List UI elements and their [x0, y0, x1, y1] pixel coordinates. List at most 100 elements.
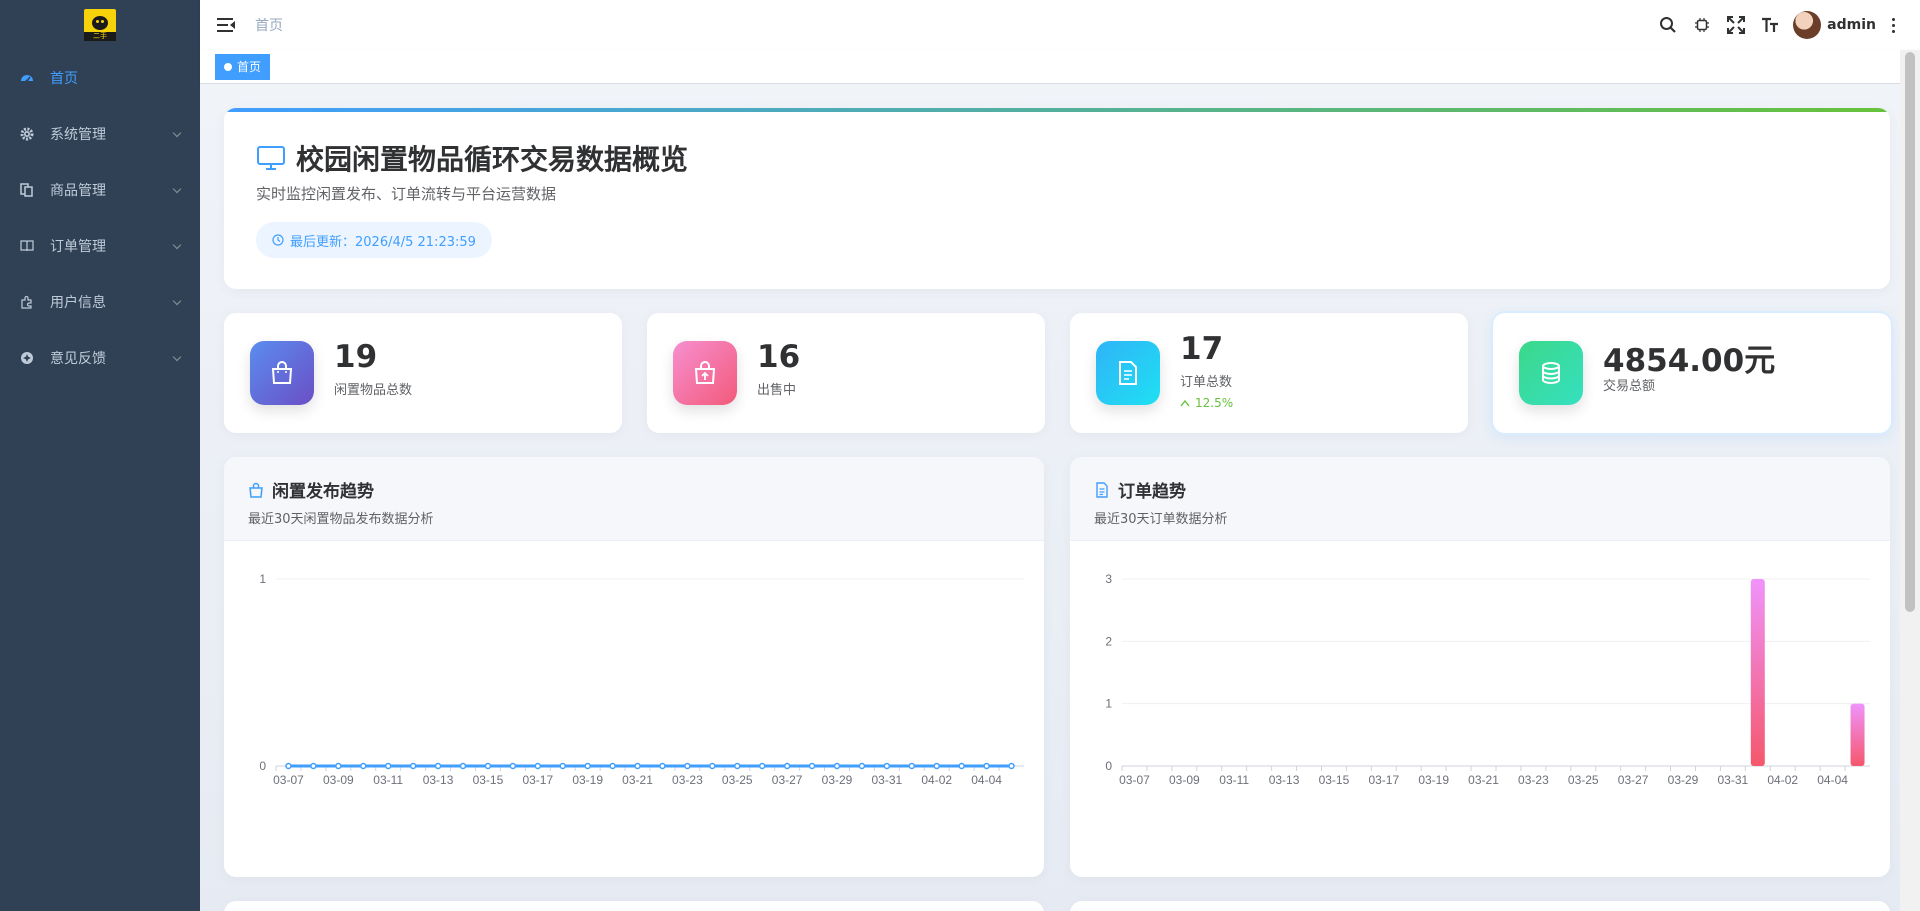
x-tick-label: 03-15: [1319, 773, 1350, 787]
data-point: [484, 762, 492, 770]
puzzle-icon: [20, 295, 34, 309]
avatar[interactable]: [1793, 11, 1822, 39]
order-trend-chart: 0 1 2 3 03-07 03-09 03-11 03-13 03-15 03-17 03-19 0…: [1105, 572, 1870, 787]
navbar: 首页 admin: [200, 0, 1920, 50]
data-point: [434, 762, 442, 770]
stat-value: 4854.00元: [1603, 343, 1776, 379]
trend-up-icon: [1180, 399, 1190, 407]
book-icon: [20, 239, 34, 253]
logo[interactable]: 二手: [0, 0, 200, 50]
data-point: [384, 762, 392, 770]
bottom-card-right: [1070, 901, 1890, 911]
stat-card-revenue[interactable]: 4854.00元 交易总额: [1493, 313, 1891, 433]
publish-trend-chart: 0 1 03-07 03-09 03-11 03-13 03-15 03-17 03-19 03-…: [259, 572, 1024, 787]
data-point: [609, 762, 616, 770]
sidebar-item-users[interactable]: 用户信息: [0, 274, 200, 330]
y-tick-label: 1: [259, 572, 266, 586]
monitor-icon: [257, 146, 285, 170]
chart-subtitle: 最近30天闲置物品发布数据分析: [248, 512, 434, 527]
bag-icon: [249, 482, 263, 498]
sidebar-item-label: 用户信息: [50, 295, 106, 311]
x-tick-label: 03-21: [1468, 773, 1499, 787]
data-point: [634, 762, 641, 770]
order-trend-card: 订单趋势 最近30天订单数据分析 0 1 2 3 03-07 03-09 03-11 03-1…: [1070, 457, 1890, 877]
sidebar-item-feedback[interactable]: 意见反馈: [0, 330, 200, 386]
documents-icon: [20, 183, 34, 197]
chart-subtitle: 最近30天订单数据分析: [1094, 512, 1228, 527]
last-updated-text: 最后更新：2026/4/5 21:23:59: [290, 234, 476, 250]
x-tick-label: 04-04: [1817, 773, 1848, 787]
data-point: [684, 762, 691, 770]
logo-text: 二手: [84, 32, 116, 41]
data-point: [734, 762, 741, 770]
data-point: [1008, 762, 1015, 770]
chevron-down-icon: [172, 296, 182, 306]
x-tick-label: 03-19: [572, 773, 603, 787]
sidebar-item-orders[interactable]: 订单管理: [0, 218, 200, 274]
sidebar-item-label: 商品管理: [50, 183, 106, 199]
y-tick-label: 0: [1105, 759, 1112, 773]
data-point: [584, 762, 591, 770]
scrollbar[interactable]: [1900, 50, 1920, 911]
user-name[interactable]: admin: [1827, 17, 1876, 33]
bottom-card-left: [224, 901, 1044, 911]
stat-card-orders[interactable]: 17 订单总数 12.5%: [1070, 313, 1468, 433]
sidebar-item-home[interactable]: 首页: [0, 50, 200, 106]
x-tick-label: 03-27: [1618, 773, 1649, 787]
x-tick-label: 03-23: [1518, 773, 1549, 787]
x-tick-label: 03-09: [323, 773, 354, 787]
chevron-down-icon: [172, 184, 182, 194]
y-tick-label: 2: [1105, 634, 1112, 648]
stat-label: 订单总数: [1180, 375, 1233, 390]
logo-image: 二手: [84, 9, 116, 41]
data-point: [858, 762, 866, 770]
trend-badge: 12.5%: [1180, 396, 1233, 410]
chip-icon[interactable]: [1685, 0, 1719, 50]
x-tick-label: 03-31: [872, 773, 903, 787]
bar: [1750, 579, 1765, 766]
scrollbar-thumb[interactable]: [1905, 52, 1915, 612]
coins-icon: [1519, 341, 1583, 405]
y-tick-label: 1: [1105, 697, 1112, 711]
stat-label: 出售中: [757, 383, 797, 398]
trend-value: 12.5%: [1195, 396, 1234, 410]
font-size-icon[interactable]: [1753, 0, 1787, 50]
hamburger-icon[interactable]: [217, 18, 235, 32]
main-area: 首页 admin 首页 校园闲置物品循环交易数据概览 实时监控闲置发布、订单流转…: [200, 0, 1920, 911]
x-tick-label: 03-17: [1368, 773, 1399, 787]
sidebar-item-label: 订单管理: [50, 239, 106, 255]
document-icon: [1096, 481, 1108, 498]
feedback-icon: [20, 351, 34, 365]
data-point: [833, 762, 841, 770]
data-point: [459, 762, 467, 770]
sidebar-item-system[interactable]: 系统管理: [0, 106, 200, 162]
data-point: [659, 762, 666, 770]
tag-home[interactable]: 首页: [215, 54, 271, 80]
more-icon[interactable]: [1886, 17, 1900, 33]
sidebar-item-goods[interactable]: 商品管理: [0, 162, 200, 218]
chart-title-row: 订单趋势: [1094, 477, 1186, 502]
data-point: [285, 762, 292, 770]
x-tick-label: 03-29: [822, 773, 853, 787]
sidebar-item-label: 系统管理: [50, 127, 106, 143]
data-point: [709, 762, 716, 770]
stat-value: 16: [757, 339, 801, 375]
dashboard-icon: [20, 71, 34, 85]
fullscreen-icon[interactable]: [1719, 0, 1753, 50]
x-tick-label: 03-07: [273, 773, 304, 787]
navbar-right: admin: [1651, 0, 1900, 50]
data-point: [908, 762, 916, 770]
x-tick-label: 04-02: [1767, 773, 1798, 787]
x-tick-label: 03-29: [1668, 773, 1699, 787]
x-tick-label: 03-23: [672, 773, 703, 787]
stat-card-items[interactable]: 19 闲置物品总数: [224, 313, 622, 433]
page-title-row: 校园闲置物品循环交易数据概览: [256, 138, 688, 178]
data-point: [983, 762, 990, 770]
x-tick-label: 04-02: [921, 773, 952, 787]
search-icon[interactable]: [1651, 0, 1685, 50]
x-tick-label: 03-11: [1219, 773, 1249, 787]
x-tick-label: 03-27: [772, 773, 803, 787]
x-tick-label: 03-25: [722, 773, 753, 787]
chart-header: 闲置发布趋势 最近30天闲置物品发布数据分析: [224, 457, 1044, 541]
stat-card-on-sale[interactable]: 16 出售中: [647, 313, 1045, 433]
